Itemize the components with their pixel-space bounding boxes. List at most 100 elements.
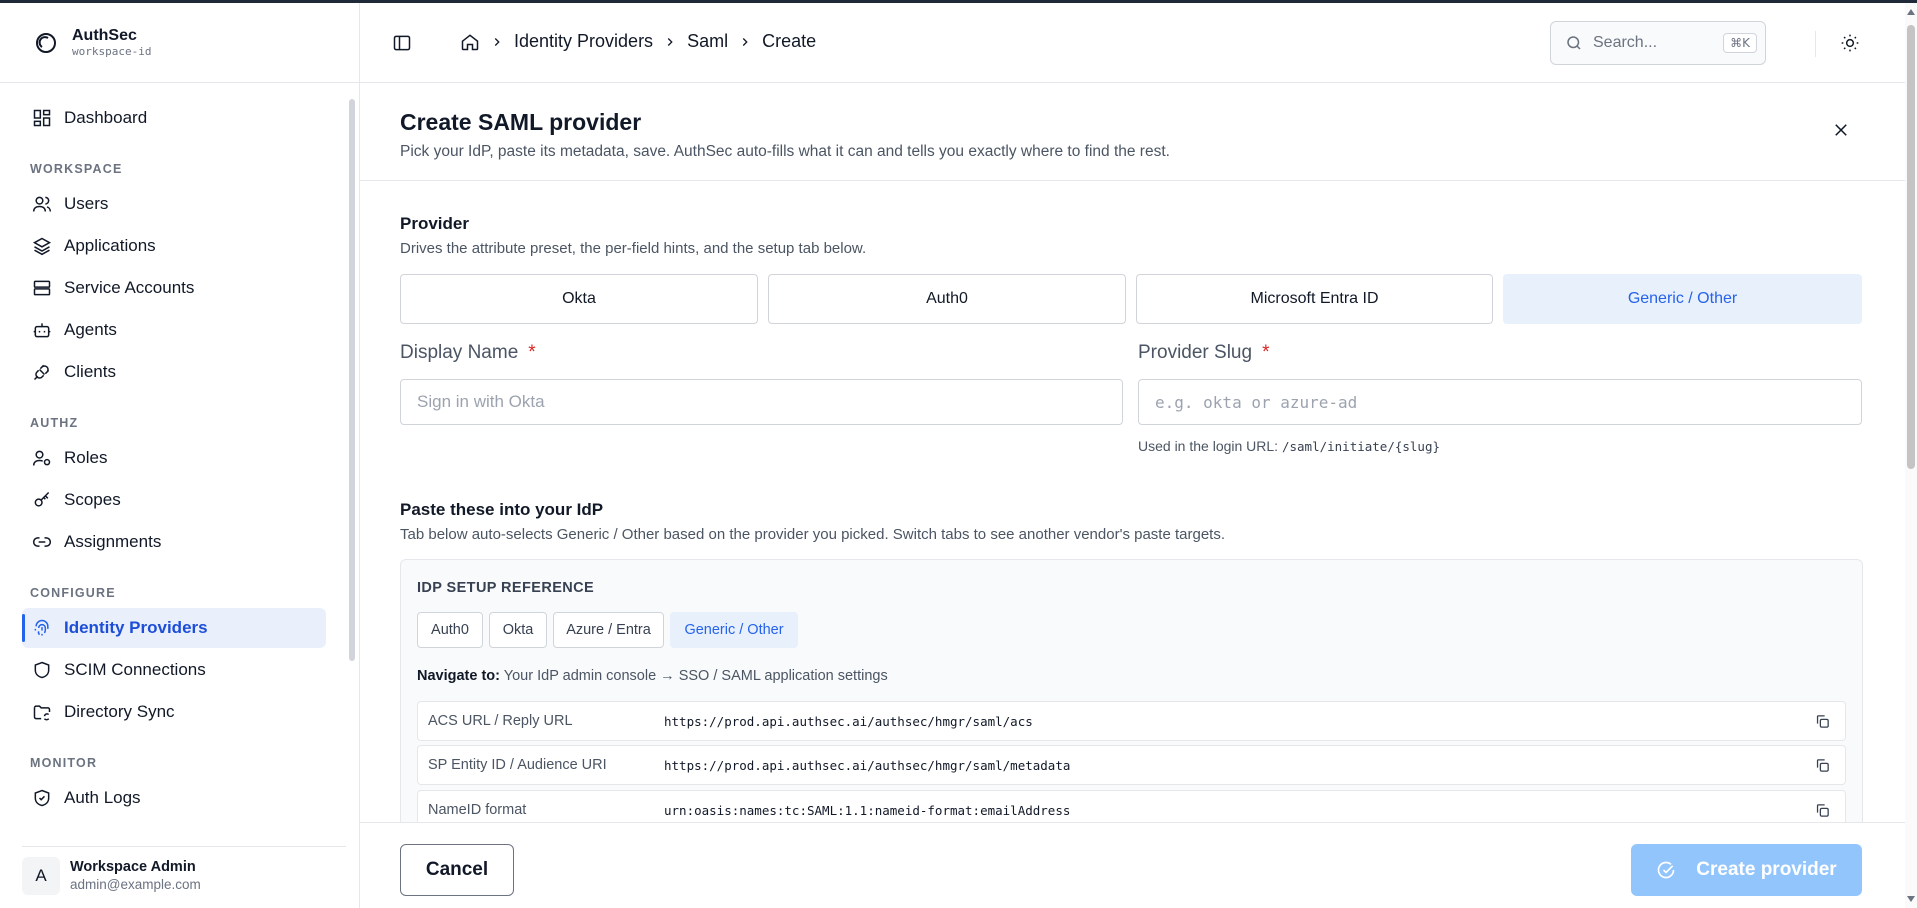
sidebar-toggle-icon[interactable]	[392, 33, 412, 53]
paste-section-subtitle: Tab below auto-selects Generic / Other b…	[400, 526, 1225, 543]
search-input[interactable]	[1593, 34, 1713, 52]
provider-section-title: Provider	[400, 214, 469, 233]
top-header: Identity Providers Saml Create ⌘K	[360, 3, 1917, 83]
sidebar-scrollbar-thumb[interactable]	[349, 99, 355, 661]
workspace-id: workspace-id	[72, 44, 152, 58]
sidebar-item-label: SCIM Connections	[64, 660, 206, 679]
reference-key: ACS URL / Reply URL	[428, 713, 573, 729]
shield-icon	[34, 661, 50, 679]
search-box[interactable]: ⌘K	[1550, 21, 1766, 65]
reference-title: IDP SETUP REFERENCE	[417, 580, 595, 596]
sidebar-item-clients[interactable]: Clients	[22, 352, 326, 392]
section-configure: CONFIGURE	[30, 586, 116, 600]
provider-slug-label: Provider Slug *	[1138, 342, 1270, 363]
sidebar-item-label: Assignments	[64, 532, 162, 551]
search-shortcut: ⌘K	[1723, 33, 1757, 53]
brand-logo-icon	[36, 32, 56, 53]
chevron-right-icon	[663, 35, 677, 49]
page-scrollbar-thumb[interactable]	[1907, 25, 1915, 469]
sidebar-item-users[interactable]: Users	[22, 184, 326, 224]
search-icon	[1567, 36, 1581, 50]
provider-slug-input[interactable]	[1138, 379, 1862, 425]
bot-icon	[33, 323, 51, 338]
sun-icon[interactable]	[1840, 33, 1860, 53]
copy-icon[interactable]	[1814, 713, 1831, 730]
navigate-instructions: Navigate to: Your IdP admin console → SS…	[417, 668, 888, 684]
section-authz: AUTHZ	[30, 416, 79, 430]
shield-check-icon	[34, 789, 50, 807]
create-provider-button[interactable]: Create provider	[1631, 844, 1862, 896]
section-workspace: WORKSPACE	[30, 162, 123, 176]
reference-row-acs-url: ACS URL / Reply URL https://prod.api.aut…	[417, 701, 1846, 741]
sidebar-item-scim-connections[interactable]: SCIM Connections	[22, 650, 326, 690]
brand[interactable]: AuthSec workspace-id	[0, 3, 359, 83]
sidebar-item-auth-logs[interactable]: Auth Logs	[22, 778, 326, 818]
breadcrumb-saml[interactable]: Saml	[687, 31, 728, 52]
plug-icon	[33, 364, 50, 381]
tab-okta[interactable]: Okta	[489, 612, 547, 648]
reference-key: NameID format	[428, 802, 527, 818]
sidebar-item-identity-providers[interactable]: Identity Providers	[22, 608, 326, 648]
display-name-input[interactable]	[400, 379, 1123, 425]
folder-sync-icon	[33, 705, 51, 721]
tab-azure-entra[interactable]: Azure / Entra	[553, 612, 664, 648]
close-icon[interactable]	[1832, 121, 1850, 139]
breadcrumb-identity-providers[interactable]: Identity Providers	[514, 31, 653, 52]
sidebar-item-agents[interactable]: Agents	[22, 310, 326, 350]
reference-value: https://prod.api.authsec.ai/authsec/hmgr…	[664, 713, 1033, 729]
breadcrumb: Identity Providers Saml Create	[460, 31, 816, 52]
user-email: admin@example.com	[70, 877, 201, 892]
sidebar-item-label: Dashboard	[64, 108, 148, 127]
sidebar-item-directory-sync[interactable]: Directory Sync	[22, 692, 326, 732]
reference-value: https://prod.api.authsec.ai/authsec/hmgr…	[664, 757, 1071, 773]
sidebar-item-roles[interactable]: Roles	[22, 438, 326, 478]
users-icon	[32, 196, 52, 212]
avatar: A	[22, 856, 60, 895]
chevron-right-icon	[738, 35, 752, 49]
paste-section-title: Paste these into your IdP	[400, 500, 604, 519]
create-provider-form: Create SAML provider Pick your IdP, past…	[360, 83, 1905, 908]
scroll-up-arrow[interactable]	[1907, 9, 1915, 15]
server-icon	[33, 280, 51, 296]
provider-option-auth0[interactable]: Auth0	[768, 274, 1126, 324]
page-subtitle: Pick your IdP, paste its metadata, save.…	[400, 143, 1170, 160]
sidebar: AuthSec workspace-id Dashboard WORKSPACE…	[0, 3, 360, 908]
tab-auth0[interactable]: Auth0	[417, 612, 483, 648]
page-scrollbar[interactable]	[1905, 3, 1917, 908]
sidebar-item-assignments[interactable]: Assignments	[22, 522, 326, 562]
sidebar-item-service-accounts[interactable]: Service Accounts	[22, 268, 326, 308]
copy-icon[interactable]	[1814, 802, 1831, 819]
header-divider	[1815, 31, 1816, 57]
user-menu[interactable]: A Workspace Admin admin@example.com	[22, 846, 346, 900]
cancel-button[interactable]: Cancel	[400, 844, 514, 896]
required-marker: *	[1262, 342, 1270, 363]
provider-option-generic[interactable]: Generic / Other	[1503, 274, 1862, 324]
reference-row-entity-id: SP Entity ID / Audience URI https://prod…	[417, 745, 1846, 785]
sidebar-scrollbar[interactable]	[348, 87, 356, 819]
slug-hint-code: /saml/initiate/{slug}	[1281, 439, 1441, 454]
sidebar-item-label: Service Accounts	[64, 278, 195, 297]
provider-option-okta[interactable]: Okta	[400, 274, 758, 324]
sidebar-item-label: Roles	[64, 448, 108, 467]
reference-key: SP Entity ID / Audience URI	[428, 757, 607, 773]
sidebar-item-scopes[interactable]: Scopes	[22, 480, 326, 520]
slug-hint: Used in the login URL: /saml/initiate/{s…	[1138, 438, 1441, 454]
user-name: Workspace Admin	[70, 859, 196, 875]
provider-section-subtitle: Drives the attribute preset, the per-fie…	[400, 240, 867, 257]
sidebar-item-applications[interactable]: Applications	[22, 226, 326, 266]
sidebar-item-dashboard[interactable]: Dashboard	[22, 98, 326, 138]
tab-generic-other[interactable]: Generic / Other	[670, 612, 798, 648]
brand-name: AuthSec	[72, 26, 137, 44]
display-name-label: Display Name *	[400, 342, 536, 363]
scroll-down-arrow[interactable]	[1907, 896, 1915, 902]
copy-icon[interactable]	[1814, 757, 1831, 774]
sidebar-item-label: Agents	[64, 320, 117, 339]
user-cog-icon	[32, 450, 51, 466]
sidebar-item-label: Identity Providers	[64, 618, 208, 637]
reference-value: urn:oasis:names:tc:SAML:1.1:nameid-forma…	[664, 802, 1071, 818]
chevron-right-icon	[490, 35, 504, 49]
provider-option-entra[interactable]: Microsoft Entra ID	[1136, 274, 1493, 324]
create-provider-label: Create provider	[1696, 859, 1837, 880]
home-icon[interactable]	[460, 32, 480, 52]
sidebar-item-label: Clients	[64, 362, 116, 381]
